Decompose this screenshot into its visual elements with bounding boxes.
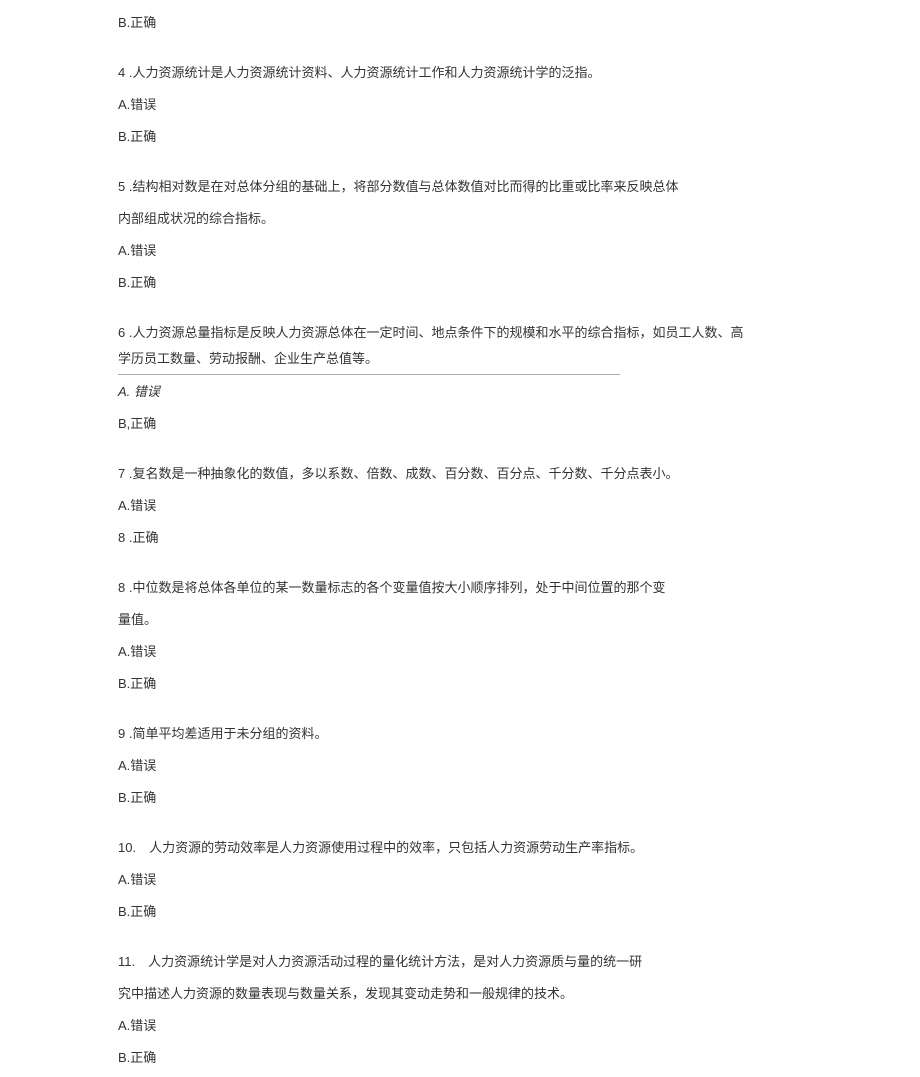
answer-option: A. 错误 xyxy=(118,379,880,405)
question-text: 8 .中位数是将总体各单位的某一数量标志的各个变量值按大小顺序排列，处于中间位置… xyxy=(118,575,880,601)
answer-option: A.错误 xyxy=(118,238,880,264)
answer-option: B.正确 xyxy=(118,124,880,150)
spacer xyxy=(118,443,880,461)
spacer xyxy=(118,156,880,174)
question-text: 7 .复名数是一种抽象化的数值，多以系数、倍数、成数、百分数、百分点、千分数、千… xyxy=(118,461,880,487)
question-text: 11. 人力资源统计学是对人力资源活动过程的量化统计方法，是对人力资源质与量的统… xyxy=(118,949,880,975)
answer-option: A.错误 xyxy=(118,639,880,665)
spacer xyxy=(118,817,880,835)
answer-option: 8 .正确 xyxy=(118,525,880,551)
answer-option: B.正确 xyxy=(118,270,880,296)
spacer xyxy=(118,931,880,949)
answer-option: B.正确 xyxy=(118,671,880,697)
answer-option: A.错误 xyxy=(118,753,880,779)
question-text: 9 .简单平均差适用于未分组的资料。 xyxy=(118,721,880,747)
document-content: B.正确 4 .人力资源统计是人力资源统计资料、人力资源统计工作和人力资源统计学的… xyxy=(118,10,880,1071)
answer-option: B.正确 xyxy=(118,899,880,925)
answer-option: B,正确 xyxy=(118,411,880,437)
question-block: 6 .人力资源总量指标是反映人力资源总体在一定时间、地点条件下的规模和水平的综合… xyxy=(118,320,880,375)
answer-option: A.错误 xyxy=(118,1013,880,1039)
spacer xyxy=(118,42,880,60)
answer-option: A.错误 xyxy=(118,92,880,118)
question-text: 5 .结构相对数是在对总体分组的基础上，将部分数值与总体数值对比而得的比重或比率… xyxy=(118,174,880,200)
spacer xyxy=(118,557,880,575)
answer-option: B.正确 xyxy=(118,1045,880,1071)
question-text: 量值。 xyxy=(118,607,880,633)
answer-option: B.正确 xyxy=(118,10,880,36)
option-label: A. 错误 xyxy=(118,384,160,399)
answer-option: A.错误 xyxy=(118,867,880,893)
question-text: 内部组成状况的综合指标。 xyxy=(118,206,880,232)
question-text: 4 .人力资源统计是人力资源统计资料、人力资源统计工作和人力资源统计学的泛指。 xyxy=(118,60,880,86)
spacer xyxy=(118,703,880,721)
spacer xyxy=(118,302,880,320)
answer-option: A.错误 xyxy=(118,493,880,519)
question-text-underlined: 学历员工数量、劳动报酬、企业生产总值等。 xyxy=(118,346,620,375)
question-text: 究中描述人力资源的数量表现与数量关系，发现其变动走势和一般规律的技术。 xyxy=(118,981,880,1007)
question-text: 6 .人力资源总量指标是反映人力资源总体在一定时间、地点条件下的规模和水平的综合… xyxy=(118,320,880,346)
question-text: 10. 人力资源的劳动效率是人力资源使用过程中的效率，只包括人力资源劳动生产率指… xyxy=(118,835,880,861)
answer-option: B.正确 xyxy=(118,785,880,811)
